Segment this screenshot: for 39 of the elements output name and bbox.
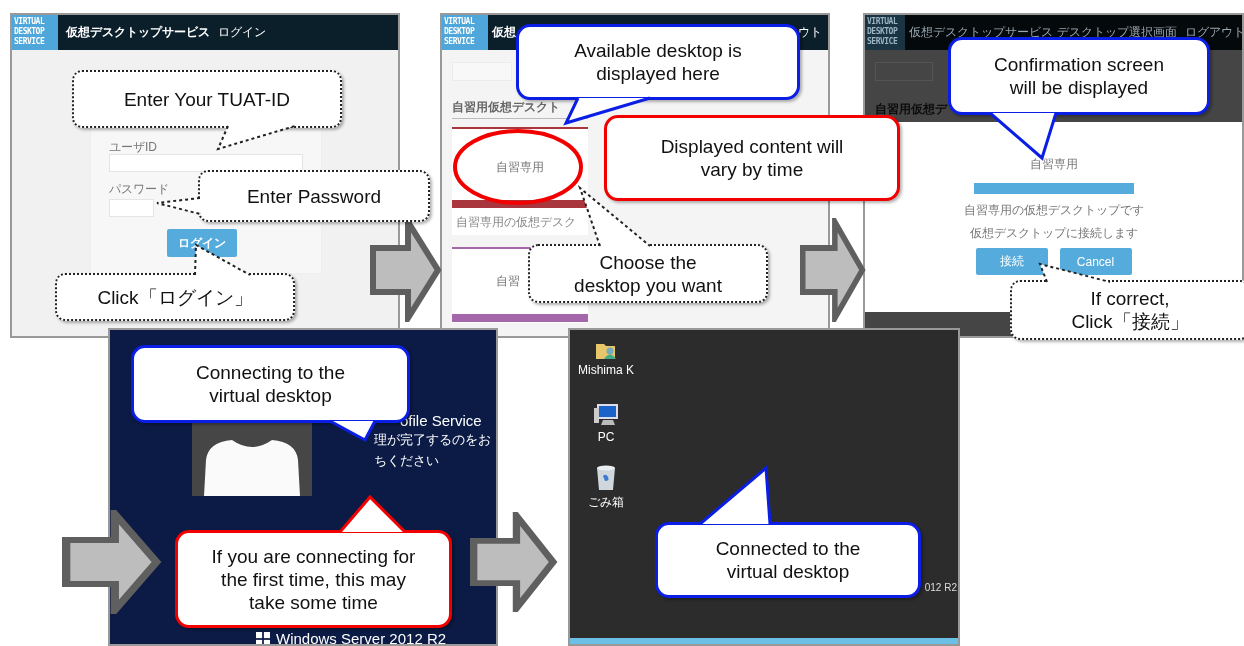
desktop-icon-label: ごみ箱: [588, 494, 624, 511]
desktop-description: 自習専用の仮想デスク: [456, 214, 576, 231]
desktop-icon-label: PC: [597, 430, 615, 444]
callout-tail: [157, 198, 200, 214]
service-logo: VIRTUAL DESKTOP SERVICE: [442, 15, 488, 50]
page-subtitle: ログイン: [218, 24, 266, 41]
recycle-bin-icon[interactable]: [596, 465, 616, 491]
dialog-description: 自習専用の仮想デスクトップです: [963, 202, 1144, 219]
dialog-title: 自習専用: [1029, 156, 1078, 173]
computer-icon[interactable]: [593, 403, 619, 427]
callout-tooltip: Enter Password: [198, 170, 430, 222]
field-label: パスワード: [109, 182, 169, 196]
section-heading: 自習用仮想デ: [875, 101, 947, 118]
callout-tail: [580, 188, 650, 246]
service-logo: VIRTUAL DESKTOP SERVICE: [12, 15, 58, 50]
desktop-icon-label: Mishima K: [578, 363, 634, 377]
desktop-title: 自習専用: [496, 159, 544, 176]
app-title: 仮想デスクトップサービス: [66, 24, 210, 41]
input-field[interactable]: [109, 154, 303, 172]
field-label: ユーザID: [109, 140, 157, 154]
dialog-button[interactable]: Cancel: [1059, 248, 1132, 275]
callout-tail: [1040, 264, 1110, 282]
callout-tail: [700, 468, 770, 524]
wait-message: ちください: [374, 452, 439, 470]
wait-message: 理が完了するのをお: [374, 431, 491, 449]
dialog-message: 仮想デスクトップに接続します: [969, 225, 1138, 242]
callout-tail: [340, 497, 405, 532]
dialog-button[interactable]: 接続: [975, 248, 1048, 275]
desktop-card[interactable]: 自習専用 自習専用の仮想デスク: [452, 127, 588, 235]
os-name: Windows Server 2012 R2: [276, 631, 447, 644]
os-edition-text: 012 R2: [924, 582, 957, 593]
input-field[interactable]: [109, 199, 154, 217]
windows-logo-icon: [256, 631, 270, 644]
section-heading: 自習用仮想デスクト: [452, 99, 560, 116]
login-button[interactable]: ログイン: [167, 229, 237, 257]
service-logo: VIRTUAL DESKTOP SERVICE: [865, 15, 905, 50]
desktop-title: 自習: [496, 273, 520, 290]
logout-link[interactable]: ウト: [798, 24, 822, 41]
app-title: 仮想: [492, 24, 516, 41]
